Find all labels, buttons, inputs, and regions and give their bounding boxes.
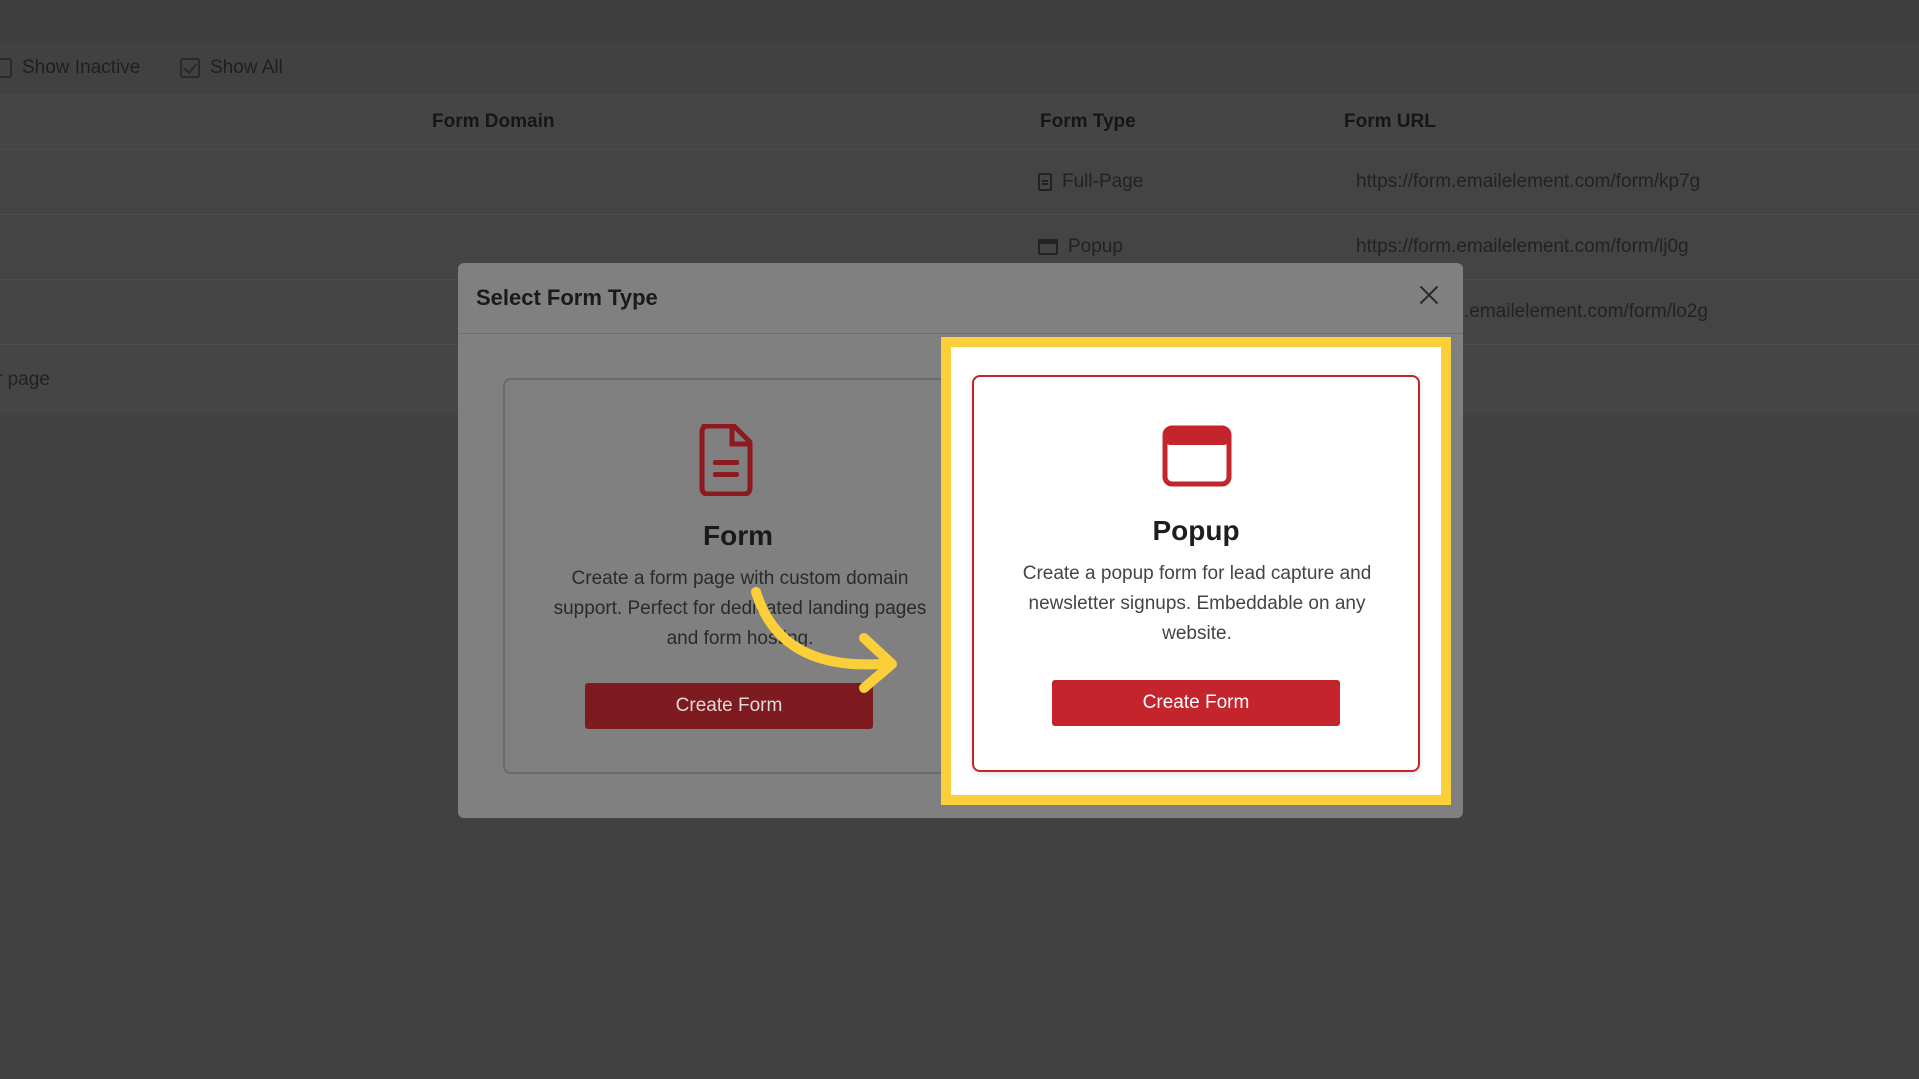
column-header-form-url[interactable]: Form URL <box>1344 95 1436 149</box>
column-header-form-type[interactable]: Form Type <box>1040 95 1136 149</box>
modal-header: Select Form Type <box>458 263 1463 334</box>
form-type-card-popup[interactable]: Popup Create a popup form for lead captu… <box>972 375 1420 772</box>
top-bar <box>0 0 1919 42</box>
show-all-filter[interactable]: Show All <box>180 42 283 94</box>
filter-toolbar: Show Inactive Show All <box>0 42 1919 95</box>
popup-window-icon <box>1162 425 1232 492</box>
create-form-button[interactable]: Create Form <box>1052 680 1340 726</box>
window-icon <box>1038 239 1058 255</box>
checkbox-edit-icon <box>180 58 200 78</box>
card-title: Popup <box>1152 515 1240 546</box>
form-url-cell[interactable]: https://form.emailelement.com/form/kp7g <box>1356 150 1700 214</box>
form-type-text: Full-Page <box>1062 171 1144 192</box>
form-url-cell[interactable]: .emailelement.com/form/lo2g <box>1464 280 1708 344</box>
toggle-icon <box>0 58 12 78</box>
modal-title: Select Form Type <box>476 285 658 310</box>
form-type-cell: Full-Page <box>1038 150 1143 214</box>
close-icon[interactable] <box>1415 281 1443 309</box>
column-header-form-domain[interactable]: Form Domain <box>432 95 554 149</box>
card-description: Create a popup form for lead capture and… <box>1022 563 1372 644</box>
pagination-text: r page <box>0 369 50 390</box>
table-row[interactable]: Full-Page https://form.emailelement.com/… <box>0 150 1919 215</box>
form-type-card-form[interactable]: Form Create a form page with custom doma… <box>503 378 973 774</box>
curved-arrow-icon <box>751 587 897 693</box>
table-header: Form Domain Form Type Form URL <box>0 95 1919 150</box>
document-icon <box>698 423 754 501</box>
show-all-label: Show All <box>210 57 283 78</box>
form-type-text: Popup <box>1068 236 1123 257</box>
show-inactive-filter[interactable]: Show Inactive <box>0 42 140 94</box>
card-title: Form <box>703 520 773 551</box>
show-inactive-label: Show Inactive <box>22 57 141 78</box>
document-icon <box>1038 173 1052 191</box>
